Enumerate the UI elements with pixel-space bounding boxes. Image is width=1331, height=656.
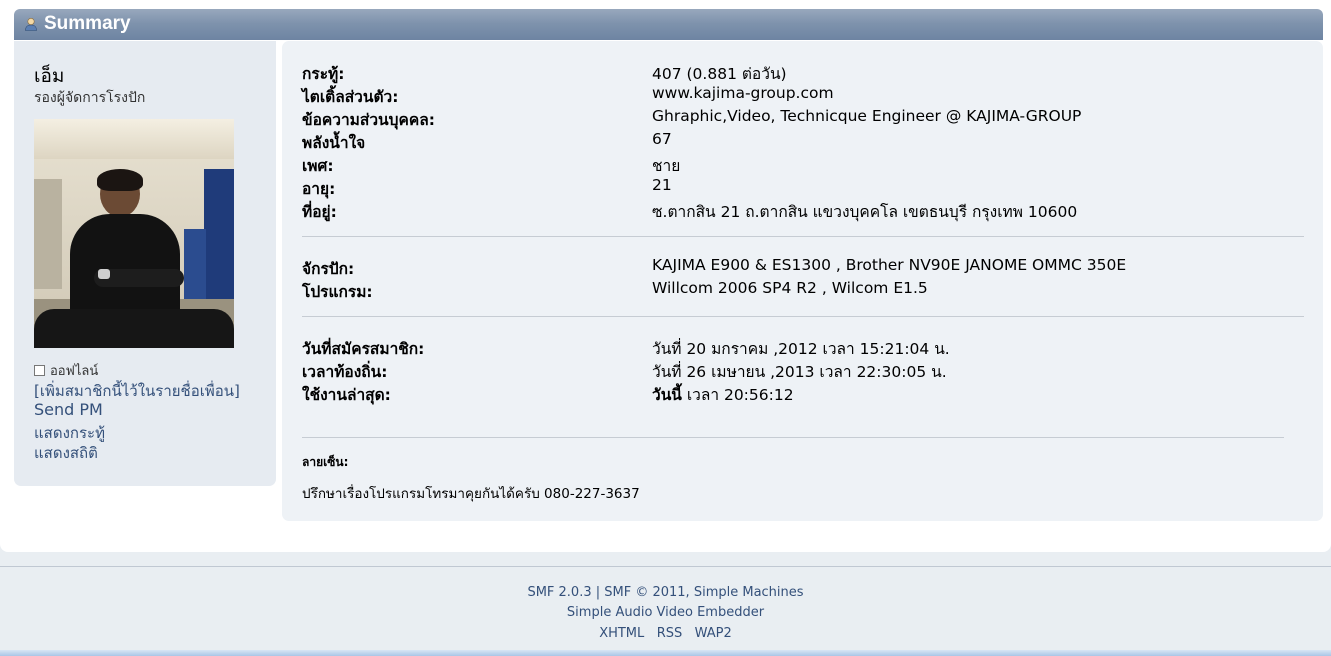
signature-text: ปรึกษาเรื่องโปรแกรมโทรมาคุยกันได้ครับ 08… bbox=[302, 486, 640, 502]
wap2-link[interactable]: WAP2 bbox=[695, 626, 732, 641]
detail-label: ใช้งานล่าสุด: bbox=[302, 386, 391, 404]
detail-value: 407 (0.881 ต่อวัน) bbox=[652, 65, 787, 83]
status-text: ออฟไลน์ bbox=[50, 364, 99, 379]
detail-label: ที่อยู่: bbox=[302, 203, 337, 221]
status-checkbox-icon bbox=[34, 365, 45, 376]
detail-value: วันที่ 26 เมษายน ,2013 เวลา 22:30:05 น. bbox=[652, 363, 947, 381]
last-active-today: วันนี้ bbox=[652, 386, 682, 404]
signature-label: ลายเซ็น: bbox=[302, 455, 349, 469]
last-active-time: เวลา 20:56:12 bbox=[681, 386, 794, 404]
detail-value: 21 bbox=[652, 176, 672, 194]
smf-copyright-link[interactable]: SMF © 2011, Simple Machines bbox=[604, 585, 803, 600]
divider bbox=[302, 316, 1304, 317]
footer-separator: | bbox=[595, 585, 601, 600]
divider bbox=[302, 236, 1304, 237]
detail-value: วันนี้ เวลา 20:56:12 bbox=[652, 382, 794, 407]
detail-value: KAJIMA E900 & ES1300 , Brother NV90E JAN… bbox=[652, 256, 1127, 274]
detail-value: Ghraphic,Video, Technicque Engineer @ KA… bbox=[652, 107, 1082, 125]
detail-value: 67 bbox=[652, 130, 672, 148]
user-icon bbox=[25, 17, 37, 31]
online-status: ออฟไลน์ bbox=[34, 360, 98, 381]
detail-label: ข้อความส่วนบุคคล: bbox=[302, 111, 435, 129]
detail-label: เวลาท้องถิ่น: bbox=[302, 363, 388, 381]
detail-label: โปรแกรม: bbox=[302, 283, 373, 301]
bottom-strip bbox=[0, 650, 1331, 656]
detail-value: วันที่ 20 มกราคม ,2012 เวลา 15:21:04 น. bbox=[652, 340, 950, 358]
footer-divider bbox=[0, 566, 1331, 567]
signature-divider bbox=[302, 437, 1284, 438]
rss-link[interactable]: RSS bbox=[657, 626, 683, 641]
footer-validation-links: XHTML RSS WAP2 bbox=[0, 626, 1331, 641]
embedder-link[interactable]: Simple Audio Video Embedder bbox=[567, 605, 764, 620]
profile-frame: Summary เอ็ม รองผู้จัดการโรงปัก ออฟไลน์ … bbox=[0, 0, 1331, 552]
xhtml-link[interactable]: XHTML bbox=[599, 626, 644, 641]
detail-label: พลังน้ำใจ bbox=[302, 134, 366, 152]
profile-details-panel: กระทู้: 407 (0.881 ต่อวัน) ไตเติ้ลส่วนตั… bbox=[282, 41, 1323, 521]
page-title: Summary bbox=[44, 13, 131, 34]
smf-version-link[interactable]: SMF 2.0.3 bbox=[527, 585, 591, 600]
send-pm-link[interactable]: Send PM bbox=[34, 400, 103, 419]
detail-label: ไตเติ้ลส่วนตัว: bbox=[302, 88, 399, 106]
summary-header-bar: Summary bbox=[14, 9, 1323, 40]
footer-copyright-line: SMF 2.0.3 | SMF © 2011, Simple Machines bbox=[0, 585, 1331, 600]
detail-label: กระทู้: bbox=[302, 65, 345, 83]
detail-value: ชาย bbox=[652, 157, 681, 175]
detail-value: Willcom 2006 SP4 R2 , Wilcom E1.5 bbox=[652, 279, 928, 297]
show-stats-link[interactable]: แสดงสถิติ bbox=[34, 441, 98, 465]
user-info-panel: เอ็ม รองผู้จัดการโรงปัก ออฟไลน์ [เพิ่มสม… bbox=[14, 41, 276, 486]
footer-embedder-line: Simple Audio Video Embedder bbox=[0, 605, 1331, 620]
detail-label: วันที่สมัครสมาชิก: bbox=[302, 340, 425, 358]
detail-label: อายุ: bbox=[302, 180, 336, 198]
detail-label: จักรปัก: bbox=[302, 260, 355, 278]
detail-value: www.kajima-group.com bbox=[652, 84, 834, 102]
detail-label: เพศ: bbox=[302, 157, 334, 175]
user-position: รองผู้จัดการโรงปัก bbox=[34, 90, 146, 106]
detail-value: ซ.ตากสิน 21 ถ.ตากสิน แขวงบุคคโล เขตธนบุร… bbox=[652, 203, 1078, 221]
avatar bbox=[34, 119, 234, 348]
